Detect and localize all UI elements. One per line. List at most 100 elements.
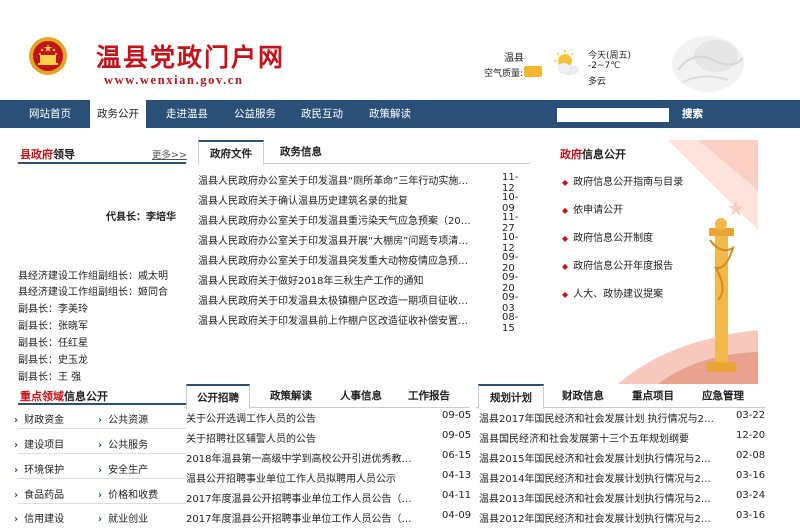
doc-title: 温县人民政府关于做好2018年三秋生产工作的通知 [198,276,424,287]
chevron-right-icon: › [14,465,19,476]
plan-row[interactable]: 温县2014年国民经济和社会发展计划执行情况与2015年计划 03-16 [479,470,769,490]
site-url: www.wenxian.gov.cn [104,73,244,87]
leaders-panel: 县政府领导 更多>> 代县长：李培华 县经济建设工作组副组长：戚太明 县经济建设… [0,140,200,383]
doc-row[interactable]: 温县人民政府办公室关于印发温县开展“大棚房”问题专项清理整治行动方案 10-12 [198,232,530,254]
deputy-link[interactable]: 副县长：史玉龙 [18,351,88,366]
deputy-link[interactable]: 副县长：任红星 [18,334,88,349]
doc-date: 11-12 [502,172,519,194]
tab-policy-interpretation[interactable]: 政策解读 [258,384,324,408]
plan-row[interactable]: 温县2017年国民经济和社会发展计划 执行情况与2018年计划 03-22 [479,410,769,430]
plan-date: 02-08 [736,450,766,461]
recruit-row[interactable]: 2017年度温县公开招聘事业单位工作人员公告（第十一号）04-09 [186,510,472,530]
info-item[interactable]: ◆ 政府信息公开指南与目录 [562,173,683,188]
key-title-rest: 信息公开 [64,390,108,403]
doc-date: 09-03 [502,292,519,314]
key-area-item[interactable]: › 安全生产 [98,461,148,476]
key-area-item[interactable]: › 公共资源 [98,411,148,426]
bullet-icon: ◆ [562,262,569,271]
tab-recruitment[interactable]: 公开招聘 [186,384,250,409]
tab-key-projects[interactable]: 重点项目 [620,384,686,408]
key-area-label: 建设项目 [24,440,65,451]
doc-row[interactable]: 温县人民政府办公室关于印发温县“厕所革命”三年行动实施方案 11-12 [198,172,530,194]
plan-date: 03-22 [736,410,766,421]
deputy-link[interactable]: 县经济建设工作组副组长：姬同合 [18,283,168,298]
doc-date: 09-20 [502,252,519,274]
doc-row[interactable]: 温县人民政府关于印发温县太极镇棚户区改造一期项目征收补偿方案的通知 09-03 [198,292,530,314]
doc-row[interactable]: 温县人民政府办公室关于印发温县突发重大动物疫情应急预案的通知 09-20 [198,252,530,274]
info-title-rest: 信息公开 [582,148,626,161]
info-item-label: 政府信息公开指南与目录 [573,177,684,188]
key-area-item[interactable]: › 公共服务 [98,436,148,451]
recruit-date: 04-11 [442,490,472,501]
main-nav: 网站首页 政务公开 走进温县 公益服务 政民互动 政策解读 搜索 [0,100,800,128]
info-item[interactable]: ◆ 依申请公开 [562,201,623,216]
plan-row[interactable]: 温县2013年国民经济和社会发展计划执行情况与2014年计划 03-24 [479,490,769,510]
key-area-item[interactable]: › 价格和收费 [98,486,158,501]
deputy-link[interactable]: 副县长：张晓军 [18,317,88,332]
key-area-item[interactable]: › 建设项目 [14,436,64,451]
tab-work-report[interactable]: 工作报告 [396,384,462,408]
info-item[interactable]: ◆ 政府信息公开年度报告 [562,257,673,272]
nav-item-policy[interactable]: 政策解读 [360,100,420,128]
divider [18,403,186,405]
info-title: 政府信息公开 [560,146,626,162]
bullet-icon: ◆ [562,206,569,215]
key-area-item[interactable]: › 财政资金 [14,411,64,426]
plan-title: 温县2015年国民经济和社会发展计划执行情况与2016年计划 [479,454,715,465]
leaders-more-link[interactable]: 更多>> [152,147,187,161]
plan-row[interactable]: 温县2012年国民经济和社会发展计划执行情况与2013年计划03-16 [479,510,769,530]
nav-item-interaction[interactable]: 政民互动 [292,100,352,128]
tab-finance-info[interactable]: 财政信息 [550,384,616,408]
plan-title: 温县2014年国民经济和社会发展计划执行情况与2015年计划 [479,474,715,485]
doc-title: 温县人民政府关于印发温县太极镇棚户区改造一期项目征收补偿方案的通知 [198,296,473,307]
deputy-link[interactable]: 副县长：王 强 [18,368,81,383]
key-area-label: 信用建设 [24,514,65,525]
plan-row[interactable]: 温县国民经济和社会发展第十三个五年规划纲要 12-20 [479,430,769,450]
weather-city: 温县 [504,53,524,64]
doc-row[interactable]: 温县人民政府办公室关于印发温县重污染天气应急预案（2018年修订）的通知 11-2… [198,212,530,234]
doc-row[interactable]: 温县人民政府关于做好2018年三秋生产工作的通知 09-20 [198,272,530,294]
search-button[interactable]: 搜索 [682,100,703,128]
info-item[interactable]: ◆ 人大、政协建议提案 [562,285,663,300]
key-area-label: 价格和收费 [108,490,159,501]
county-head-link[interactable]: 代县长：李培华 [106,208,176,223]
key-area-item[interactable]: › 环境保护 [14,461,64,476]
info-item-label: 政府信息公开制度 [573,233,654,244]
info-item[interactable]: ◆ 政府信息公开制度 [562,229,653,244]
doc-date: 08-15 [502,312,519,334]
nav-item-home[interactable]: 网站首页 [20,100,80,128]
leaders-title: 县政府领导 [20,146,75,162]
recruit-row[interactable]: 温县公开招聘事业单位工作人员拟聘用人员公示 04-13 [186,470,472,490]
weather-condition: 多云 [588,77,607,87]
doc-date: 09-20 [502,272,519,294]
recruit-title: 2017年度温县公开招聘事业单位工作人员公告（第十号） [186,494,416,505]
weather-day: 今天(周五) [588,51,632,61]
recruit-row[interactable]: 关于招聘社区辅警人员的公告 09-05 [186,430,472,450]
deputy-link[interactable]: 副县长：李美玲 [18,300,88,315]
recruit-row[interactable]: 关于公开选调工作人员的公告 09-05 [186,410,472,430]
nav-item-public-service[interactable]: 公益服务 [225,100,285,128]
key-area-item[interactable]: › 食品药品 [14,486,64,501]
nav-item-about-county[interactable]: 走进温县 [157,100,217,128]
plan-tabs: 规划计划 财政信息 重点项目 应急管理 [476,384,766,409]
search-input[interactable] [557,108,669,122]
tab-planning[interactable]: 规划计划 [478,384,544,409]
nav-item-gov-affairs[interactable]: 政务公开 [90,100,146,128]
key-area-label: 环境保护 [24,465,65,476]
deputy-link[interactable]: 县经济建设工作组副组长：戚太明 [18,267,168,282]
recruit-row[interactable]: 2017年度温县公开招聘事业单位工作人员公告（第十号） 04-11 [186,490,472,510]
tab-gov-info[interactable]: 政务信息 [268,140,334,164]
recruit-row[interactable]: 2018年温县第一高级中学到高校公开引进优秀教师实施方案 06-15 [186,450,472,470]
tab-gov-documents[interactable]: 政府文件 [198,140,264,165]
tab-personnel-info[interactable]: 人事信息 [328,384,394,408]
plan-title: 温县2017年国民经济和社会发展计划 执行情况与2018年计划 [479,414,715,425]
air-quality-label: 空气质量: [484,69,524,79]
plan-row[interactable]: 温县2015年国民经济和社会发展计划执行情况与2016年计划 02-08 [479,450,769,470]
tab-emergency-management[interactable]: 应急管理 [690,384,756,408]
doc-row[interactable]: 温县人民政府关于确认温县历史建筑名录的批复 10-09 [198,192,530,214]
doc-title: 温县人民政府办公室关于印发温县开展“大棚房”问题专项清理整治行动方案 [198,236,473,247]
chevron-right-icon: › [14,514,19,525]
chevron-right-icon: › [98,465,103,476]
doc-row[interactable]: 温县人民政府关于印发温县前上作棚户区改造征收补偿安置方案的通知 08-15 [198,312,530,334]
leaders-title-red: 县政府 [20,148,53,161]
